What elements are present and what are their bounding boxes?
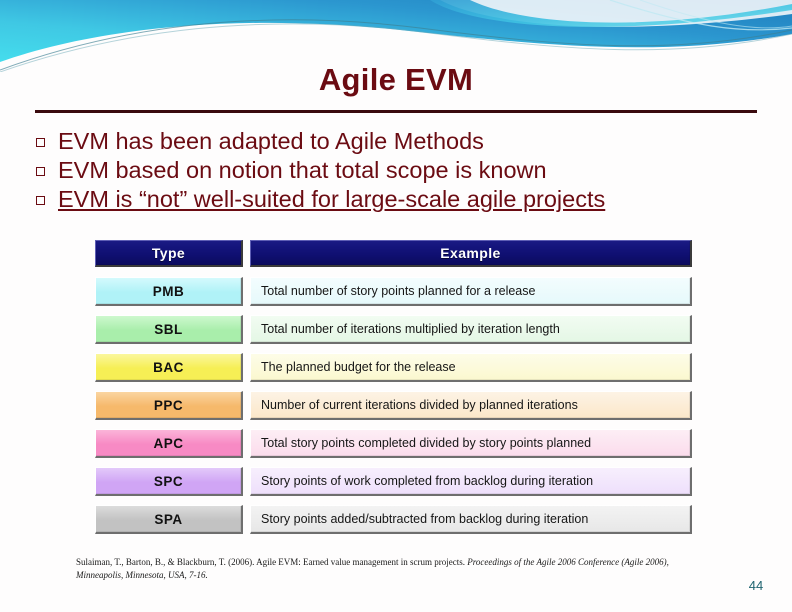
table-row: PPC Number of current iterations divided… [95, 391, 692, 420]
slide-title: Agile EVM [318, 62, 474, 97]
table-cell-example: The planned budget for the release [250, 353, 692, 382]
table-cell-type: SPC [95, 467, 243, 496]
table-row: BAC The planned budget for the release [95, 353, 692, 382]
table-cell-type: SPA [95, 505, 243, 534]
table-row: SPA Story points added/subtracted from b… [95, 505, 692, 534]
evm-types-table: Type Example PMB Total number of story p… [95, 240, 692, 534]
hollow-square-bullet-icon [36, 165, 58, 178]
table-cell-type: APC [95, 429, 243, 458]
bullet-text: EVM based on notion that total scope is … [58, 157, 547, 183]
table-row: PMB Total number of story points planned… [95, 277, 692, 306]
table-cell-example: Total number of story points planned for… [250, 277, 692, 306]
column-header-example: Example [250, 240, 692, 267]
column-header-type: Type [95, 240, 243, 267]
table-cell-example: Story points added/subtracted from backl… [250, 505, 692, 534]
bullet-item: EVM is “not” well-suited for large-scale… [36, 186, 776, 215]
page-number: 44 [748, 578, 764, 593]
table-row: APC Total story points completed divided… [95, 429, 692, 458]
bullet-item: EVM based on notion that total scope is … [36, 157, 776, 186]
table-cell-example: Total number of iterations multiplied by… [250, 315, 692, 344]
table-cell-type: SBL [95, 315, 243, 344]
bullet-text: EVM has been adapted to Agile Methods [58, 128, 484, 154]
table-cell-type: BAC [95, 353, 243, 382]
table-header-row: Type Example [95, 240, 692, 267]
table-cell-example: Number of current iterations divided by … [250, 391, 692, 420]
table-cell-example: Story points of work completed from back… [250, 467, 692, 496]
hollow-square-bullet-icon [36, 136, 58, 149]
title-underline-rule [35, 110, 757, 113]
table-row: SPC Story points of work completed from … [95, 467, 692, 496]
citation-plain: Sulaiman, T., Barton, B., & Blackburn, T… [76, 557, 468, 567]
table-cell-example: Total story points completed divided by … [250, 429, 692, 458]
citation-reference: Sulaiman, T., Barton, B., & Blackburn, T… [76, 556, 716, 582]
bullet-item: EVM has been adapted to Agile Methods [36, 128, 776, 157]
bullet-list: EVM has been adapted to Agile Methods EV… [36, 128, 776, 215]
table-cell-type: PMB [95, 277, 243, 306]
table-row: SBL Total number of iterations multiplie… [95, 315, 692, 344]
slide-canvas: Agile EVM EVM has been adapted to Agile … [0, 0, 792, 612]
hollow-square-bullet-icon [36, 194, 58, 207]
bullet-text: EVM is “not” well-suited for large-scale… [58, 186, 606, 212]
table-cell-type: PPC [95, 391, 243, 420]
